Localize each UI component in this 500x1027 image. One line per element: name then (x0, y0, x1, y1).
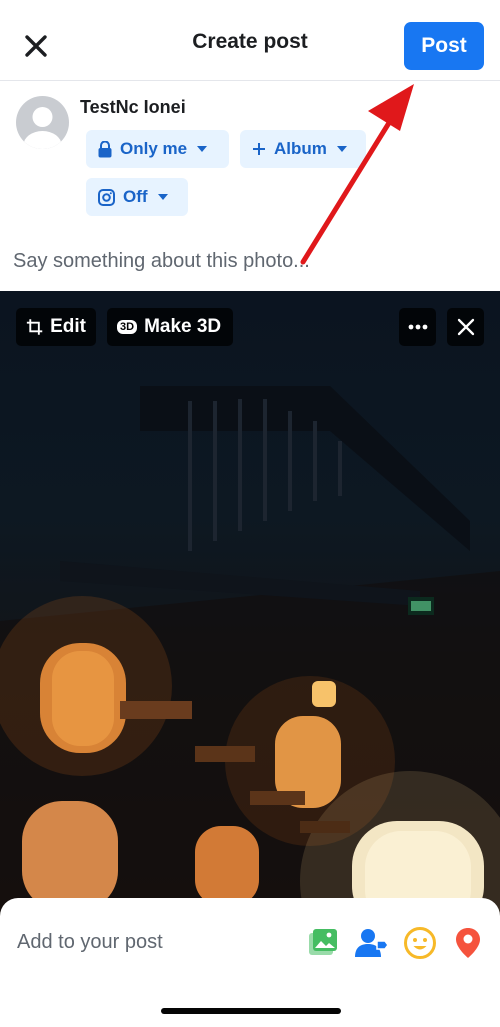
instagram-icon (98, 188, 115, 206)
lock-icon (98, 140, 112, 157)
make-3d-button[interactable]: 3D Make 3D (107, 308, 233, 346)
album-selector[interactable]: Album (240, 130, 366, 168)
more-options-button[interactable] (399, 308, 436, 346)
close-icon (457, 318, 474, 336)
home-indicator (161, 1008, 341, 1014)
plus-icon (253, 143, 265, 155)
add-to-post-label: Add to your post (17, 931, 163, 953)
feeling-icon (404, 927, 436, 959)
chevron-down-icon (197, 146, 208, 152)
photo-video-icon (309, 929, 337, 955)
edit-label: Edit (50, 316, 86, 337)
instagram-share-toggle[interactable]: Off (86, 178, 188, 216)
photo-content (0, 386, 500, 931)
album-label: Album (274, 139, 327, 158)
chevron-down-icon (157, 194, 168, 200)
make3d-label: Make 3D (144, 316, 222, 337)
privacy-label: Only me (120, 139, 188, 158)
tag-people-button[interactable] (355, 926, 389, 960)
chevron-down-icon (336, 146, 347, 152)
default-avatar-icon (23, 107, 62, 149)
check-in-button[interactable] (451, 926, 485, 960)
username: TestNc Ionei (80, 97, 186, 117)
more-horizontal-icon (408, 324, 427, 330)
crop-icon (26, 319, 43, 335)
post-button[interactable]: Post (404, 22, 484, 70)
3d-icon: 3D (117, 320, 138, 334)
add-to-post-sheet[interactable]: Add to your post (0, 898, 500, 1027)
instagram-label: Off (123, 187, 148, 206)
header-bar: Create post Post (0, 0, 500, 81)
photo-video-button[interactable] (306, 926, 340, 960)
tag-people-icon (355, 929, 389, 957)
feeling-activity-button[interactable] (403, 926, 437, 960)
avatar[interactable] (16, 96, 69, 149)
check-in-icon (456, 928, 480, 958)
attached-photo: Edit 3D Make 3D (0, 291, 500, 931)
edit-photo-button[interactable]: Edit (16, 308, 96, 346)
privacy-selector[interactable]: Only me (86, 130, 229, 168)
caption-input[interactable]: Say something about this photo... (13, 250, 310, 273)
remove-photo-button[interactable] (447, 308, 484, 346)
